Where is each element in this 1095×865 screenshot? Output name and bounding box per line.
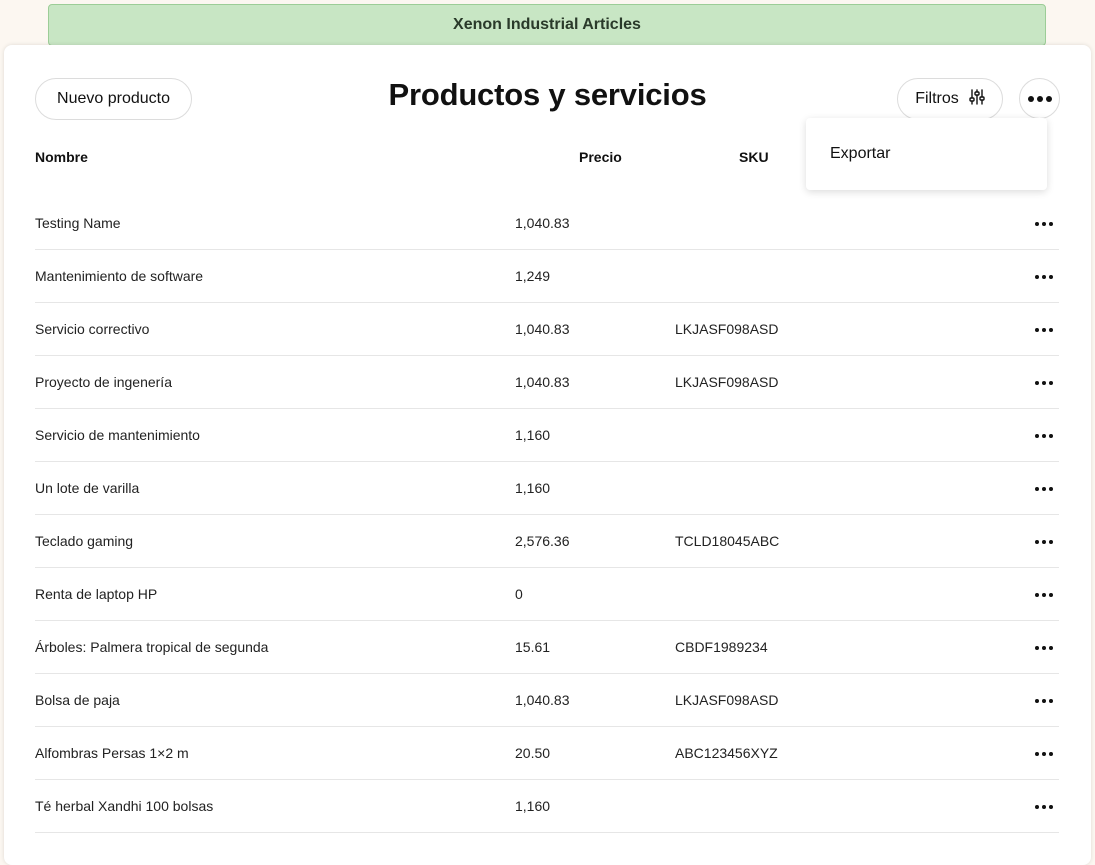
ellipsis-icon	[1035, 434, 1053, 438]
ellipsis-icon	[1035, 275, 1053, 279]
row-more-button[interactable]	[1029, 262, 1059, 292]
product-price: 2,576.36	[515, 533, 570, 549]
product-name: Un lote de varilla	[35, 480, 140, 496]
more-options-menu: Exportar	[806, 118, 1047, 190]
product-name: Testing Name	[35, 215, 121, 231]
column-header-sku: SKU	[739, 149, 769, 165]
row-more-button[interactable]	[1029, 686, 1059, 716]
table-row[interactable]: Árboles: Palmera tropical de segunda 15.6…	[35, 621, 1059, 674]
products-table: Testing Name 1,040.83 Mantenimiento de sof…	[35, 197, 1059, 833]
product-sku: ABC123456XYZ	[675, 745, 778, 761]
row-more-button[interactable]	[1029, 527, 1059, 557]
product-price: 1,160	[515, 427, 551, 443]
table-row[interactable]: Bolsa de paja 1,040.83 LKJASF098ASD	[35, 674, 1059, 727]
row-more-button[interactable]	[1029, 792, 1059, 822]
product-name: Servicio de mantenimiento	[35, 427, 200, 443]
column-header-name: Nombre	[35, 149, 88, 165]
table-row[interactable]: Servicio de mantenimiento 1,160	[35, 409, 1059, 462]
table-row[interactable]: Servicio correctivo 1,040.83 LKJASF098ASD	[35, 303, 1059, 356]
banner-title: Xenon Industrial Articles	[453, 16, 641, 33]
ellipsis-icon	[1035, 805, 1053, 809]
app-banner: Xenon Industrial Articles	[48, 4, 1046, 46]
row-more-button[interactable]	[1029, 315, 1059, 345]
ellipsis-icon	[1035, 487, 1053, 491]
product-price: 1,249	[515, 268, 551, 284]
row-more-button[interactable]	[1029, 633, 1059, 663]
new-product-button[interactable]: Nuevo producto	[35, 78, 192, 120]
product-name: Árboles: Palmera tropical de segunda	[35, 639, 269, 655]
table-row[interactable]: Teclado gaming 2,576.36 TCLD18045ABC	[35, 515, 1059, 568]
table-row[interactable]: Testing Name 1,040.83	[35, 197, 1059, 250]
table-row[interactable]: Mantenimiento de software 1,249	[35, 250, 1059, 303]
ellipsis-icon	[1035, 593, 1053, 597]
sliders-icon	[969, 88, 985, 110]
table-row[interactable]: Proyecto de ingenería 1,040.83 LKJASF098AS…	[35, 356, 1059, 409]
product-name: Mantenimiento de software	[35, 268, 204, 284]
product-price: 1,040.83	[515, 215, 570, 231]
product-price: 1,040.83	[515, 321, 570, 337]
table-row[interactable]: Renta de laptop HP 0	[35, 568, 1059, 621]
product-name: Renta de laptop HP	[35, 586, 158, 602]
row-more-button[interactable]	[1029, 421, 1059, 451]
filters-label: Filtros	[915, 90, 959, 107]
ellipsis-icon	[1035, 752, 1053, 756]
ellipsis-icon	[1035, 699, 1053, 703]
products-panel: Nuevo producto Productos y servicios Fil…	[4, 45, 1091, 865]
ellipsis-icon	[1035, 540, 1053, 544]
product-price: 15.61	[515, 639, 551, 655]
filters-button[interactable]: Filtros	[897, 78, 1003, 120]
product-price: 1,040.83	[515, 374, 570, 390]
export-menu-item[interactable]: Exportar	[830, 145, 890, 163]
product-sku: LKJASF098ASD	[675, 321, 779, 337]
product-sku: CBDF1989234	[675, 639, 768, 655]
table-row[interactable]: Té herbal Xandhi 100 bolsas 1,160	[35, 780, 1059, 833]
table-row[interactable]: Un lote de varilla 1,160	[35, 462, 1059, 515]
more-options-button[interactable]	[1019, 78, 1060, 119]
product-sku: TCLD18045ABC	[675, 533, 780, 549]
column-header-price: Precio	[579, 149, 622, 165]
row-more-button[interactable]	[1029, 580, 1059, 610]
product-sku: LKJASF098ASD	[675, 692, 779, 708]
ellipsis-icon	[1027, 95, 1052, 102]
product-name: Té herbal Xandhi 100 bolsas	[35, 798, 214, 814]
product-name: Proyecto de ingenería	[35, 374, 172, 390]
row-more-button[interactable]	[1029, 474, 1059, 504]
ellipsis-icon	[1035, 381, 1053, 385]
product-price: 1,040.83	[515, 692, 570, 708]
product-price: 0	[515, 586, 523, 602]
product-price: 1,160	[515, 480, 551, 496]
product-price: 20.50	[515, 745, 551, 761]
product-price: 1,160	[515, 798, 551, 814]
product-name: Teclado gaming	[35, 533, 134, 549]
row-more-button[interactable]	[1029, 739, 1059, 769]
ellipsis-icon	[1035, 328, 1053, 332]
row-more-button[interactable]	[1029, 368, 1059, 398]
ellipsis-icon	[1035, 646, 1053, 650]
product-sku: LKJASF098ASD	[675, 374, 779, 390]
table-row[interactable]: Alfombras Persas 1×2 m 20.50 ABC123456XYZ	[35, 727, 1059, 780]
product-name: Bolsa de paja	[35, 692, 120, 708]
product-name: Servicio correctivo	[35, 321, 150, 337]
row-more-button[interactable]	[1029, 209, 1059, 239]
ellipsis-icon	[1035, 222, 1053, 226]
product-name: Alfombras Persas 1×2 m	[35, 745, 189, 761]
